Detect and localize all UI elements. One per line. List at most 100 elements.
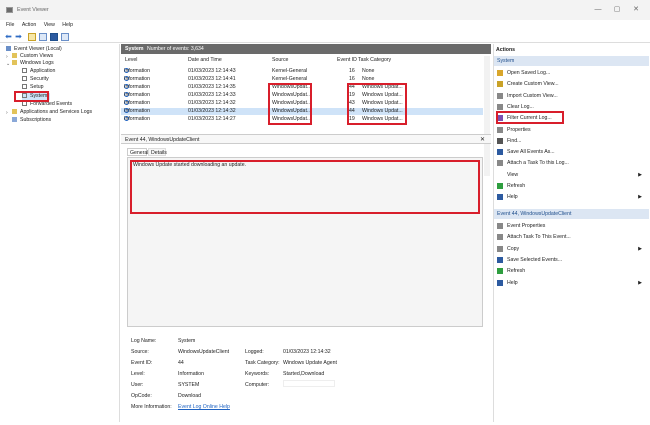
close-button[interactable]: ✕ (630, 6, 642, 14)
action-label: View (507, 171, 519, 178)
task-icon (497, 160, 503, 167)
actions-header: Actions (496, 47, 516, 53)
submenu-arrow-icon: ▶ (638, 171, 642, 178)
value-level: Information (178, 371, 204, 377)
action-open-saved-log[interactable]: Open Saved Log... (494, 68, 646, 78)
tree-applications-services-logs[interactable]: Applications and Services Logs (12, 109, 92, 116)
label-logged: Logged: (245, 349, 264, 355)
submenu-arrow-icon: ▶ (638, 245, 642, 252)
menu-view[interactable]: View (44, 22, 55, 28)
forward-arrow-icon[interactable]: ➡ (14, 32, 23, 41)
event-list-scrollbar[interactable] (484, 56, 490, 176)
action-event-properties[interactable]: Event Properties (494, 221, 646, 231)
action-label: Help (507, 194, 518, 201)
filter-star-icon (497, 81, 503, 88)
menu-help[interactable]: Help (62, 22, 73, 28)
action-label: Attach Task To This Event... (507, 234, 571, 241)
event-list-pane: System Number of events: 3,634 Level Dat… (121, 44, 491, 422)
collapse-icon[interactable]: ⌄ (6, 61, 10, 67)
action-properties[interactable]: Properties (494, 125, 646, 135)
tree-subscriptions[interactable]: Subscriptions (12, 117, 51, 124)
action-copy[interactable]: Copy ▶ (494, 244, 646, 254)
show-hide-tree-icon[interactable] (39, 33, 47, 41)
folder-icon (12, 53, 17, 58)
highlight-box-system (14, 91, 49, 102)
tree-log-application[interactable]: Application (22, 68, 55, 75)
action-attach-task-to-this-event[interactable]: Attach Task To This Event... (494, 232, 646, 242)
expand-icon[interactable]: › (6, 54, 8, 60)
action-refresh[interactable]: Refresh (494, 266, 646, 276)
action-help[interactable]: Help ▶ (494, 192, 646, 202)
col-level[interactable]: Level (125, 57, 137, 63)
action-label: Save All Events As... (507, 149, 555, 156)
label-task-category: Task Category: (245, 360, 280, 366)
log-icon (22, 76, 27, 81)
detail-close-icon[interactable]: ✕ (480, 136, 485, 143)
action-label: Help (507, 279, 518, 286)
expand-icon[interactable]: › (6, 110, 8, 116)
show-hide-actions-icon[interactable] (61, 33, 69, 41)
log-name-header: System (125, 46, 144, 52)
folder-icon[interactable] (28, 33, 36, 41)
action-attach-a-task-to-this-log[interactable]: Attach a Task To this Log... (494, 158, 646, 168)
action-label: Refresh (507, 268, 526, 275)
toolbar: ⬅ ➡ (0, 30, 650, 43)
tree-custom-views[interactable]: Custom Views (12, 53, 53, 60)
highlight-box-source (268, 83, 312, 125)
action-label: Attach a Task To this Log... (507, 160, 569, 167)
label-opcode: OpCode: (131, 393, 152, 399)
tab-details[interactable]: Details (148, 148, 167, 156)
table-row[interactable]: Information 01/03/2023 12:14:43 Kernel-G… (121, 68, 483, 75)
table-row[interactable]: Information 01/03/2023 12:14:41 Kernel-G… (121, 76, 483, 83)
event-log-online-help-link[interactable]: Event Log Online Help (178, 404, 230, 410)
actions-pane: Actions System Open Saved Log... Create C… (493, 44, 649, 422)
save-icon (497, 149, 503, 156)
tree-root[interactable]: Event Viewer (Local) (6, 46, 62, 53)
action-label: Find... (507, 137, 522, 144)
copy-icon (497, 245, 503, 252)
col-source[interactable]: Source (272, 57, 288, 63)
tree-log-forwarded-events[interactable]: Forwarded Events (22, 101, 72, 108)
value-log-name: System (178, 338, 196, 344)
col-event-id[interactable]: Event ID (337, 57, 357, 63)
action-save-selected-events[interactable]: Save Selected Events... (494, 255, 646, 265)
value-source: WindowsUpdateClient (178, 349, 230, 355)
col-date[interactable]: Date and Time (188, 57, 222, 63)
computer-icon (6, 46, 11, 51)
tree-log-setup[interactable]: Setup (22, 84, 44, 91)
menu-bar: File Action View Help (0, 20, 650, 30)
value-event-id: 44 (178, 360, 184, 366)
action-save-all-events-as[interactable]: Save All Events As... (494, 147, 646, 157)
actions-section-system: System (494, 56, 649, 66)
back-arrow-icon[interactable]: ⬅ (4, 32, 13, 41)
value-opcode: Download (178, 393, 202, 399)
tree-windows-logs[interactable]: Windows Logs (12, 60, 54, 67)
action-refresh[interactable]: Refresh (494, 181, 646, 191)
col-task-category[interactable]: Task Category (358, 57, 391, 63)
action-find[interactable]: Find... (494, 136, 646, 146)
tab-general[interactable]: General (127, 148, 148, 156)
log-icon (22, 68, 27, 73)
value-keywords: Started,Download (283, 371, 325, 377)
refresh-icon (497, 268, 503, 275)
task-icon (497, 234, 503, 241)
label-more-info: More Information: (131, 404, 172, 410)
tree-log-security[interactable]: Security (22, 76, 49, 83)
menu-action[interactable]: Action (22, 22, 36, 28)
help-icon[interactable] (50, 33, 58, 41)
subscriptions-icon (12, 117, 17, 122)
action-view[interactable]: View ▶ (494, 170, 646, 180)
save-icon (497, 256, 503, 263)
action-create-custom-view[interactable]: Create Custom View... (494, 79, 646, 89)
properties-icon (497, 126, 503, 133)
action-label: Save Selected Events... (507, 256, 563, 263)
folder-icon (12, 60, 17, 65)
value-logged: 01/03/2023 12:14:32 (283, 349, 331, 355)
properties-icon (497, 223, 503, 229)
menu-file[interactable]: File (6, 22, 14, 28)
maximize-button[interactable]: ▢ (611, 6, 623, 14)
action-import-custom-view[interactable]: Import Custom View... (494, 91, 646, 101)
action-help[interactable]: Help ▶ (494, 278, 646, 288)
log-icon (22, 84, 27, 89)
minimize-button[interactable]: — (592, 6, 604, 14)
